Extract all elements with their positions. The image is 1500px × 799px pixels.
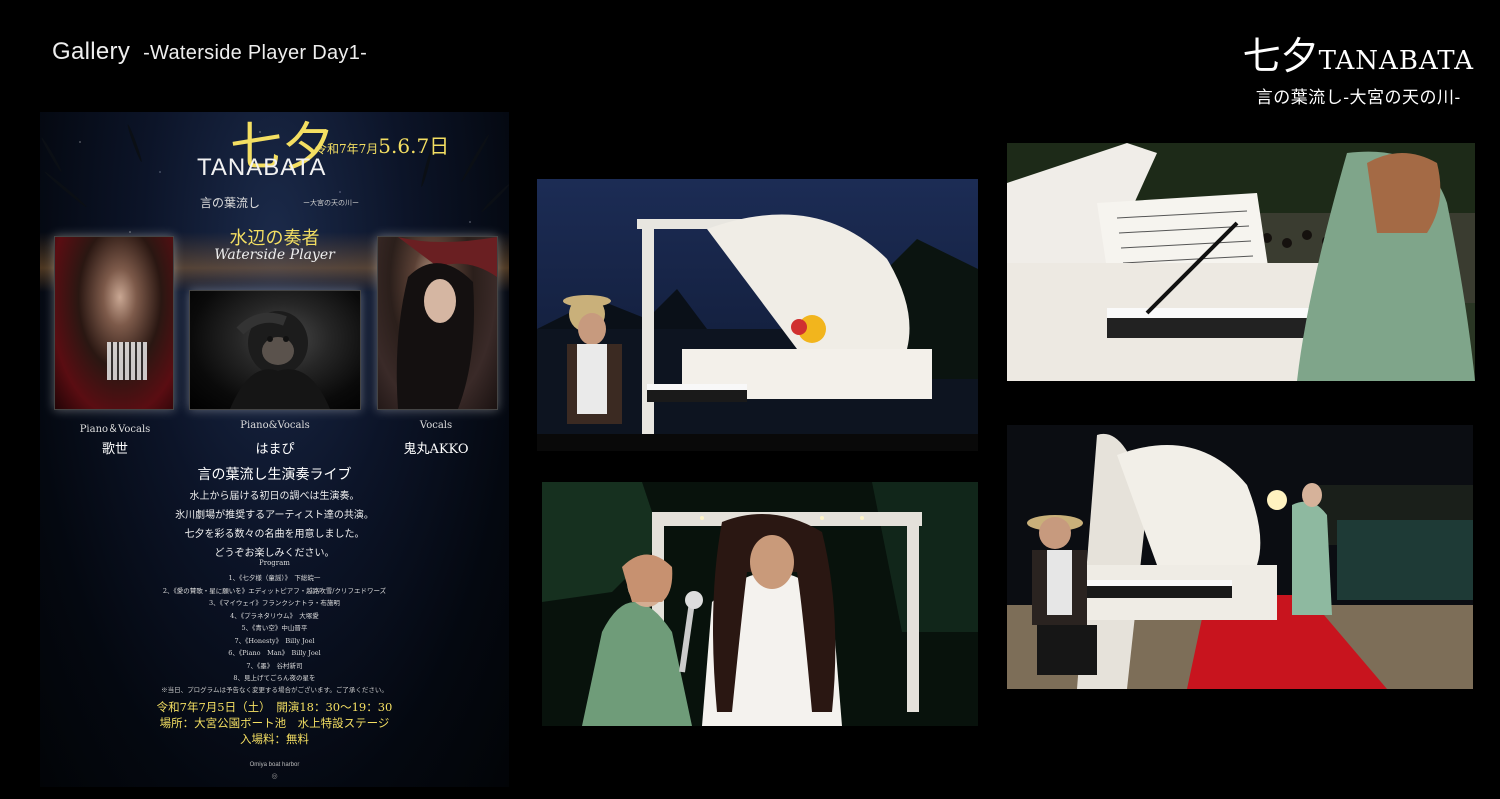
gallery-label: Gallery [52,38,131,65]
program-item: 7、《墨》 谷村新司 [246,661,303,670]
program-item: 8、見上げてごらん夜の星を [233,674,316,682]
logo-kanji: 七夕 [1242,34,1319,78]
program-item: 5、《青い空》中山晋平 [241,624,308,632]
performer-role-3: Vocals [419,420,453,431]
event-datetime: 令和7年7月5日（土） 開演18：30〜19：30 [156,700,393,714]
photo-pianist-audience[interactable] [1007,143,1475,381]
performer-name-2: はまぴ [255,442,295,457]
logo-latin: TANABATA [1318,46,1474,76]
poster-description: 水上から届ける初日の調べは生演奏。 氷川劇場が推奨するアーティスト達の共演。 七… [175,491,374,559]
photo-pianist-night[interactable] [537,179,978,451]
program-item: 2、《愛の賛歌・星に願いを》エディットピアフ・越路吹雪/クリフエドワーズ [162,586,387,595]
program-item: 4、《プラネタリウム》 大塚愛 [230,611,319,620]
logo-tagline: 言の葉流し-大宮の天の川- [1255,88,1461,108]
event-info: 令和7年7月5日（土） 開演18：30〜19：30 場所：大宮公園ボート池 水上… [40,699,509,747]
event-venue: 場所：大宮公園ボート池 水上特設ステージ [159,716,390,730]
program-item: 6、《Piano Man》 Billy Joel [228,649,321,657]
poster-tanabata: TANABATA [197,154,327,181]
poster-date: 令和7年7月5.6.7日 [315,134,450,158]
program-list: 1、《七夕様（童謡）》 下総皖一 2、《愛の賛歌・星に願いを》エディットピアフ・… [40,572,509,685]
performer-name-3: 鬼丸AKKO [403,442,469,457]
photo-duet-singers[interactable] [542,482,978,726]
event-admission: 入場料：無料 [240,732,309,746]
gallery-title: Gallery -Waterside Player Day1- [52,38,367,66]
performer-photo-hamapi [189,290,361,410]
program-item: 3、《マイウェイ》フランクシナトラ・布施明 [209,599,340,607]
program-item: 1、《七夕様（童謡）》 下総皖一 [228,574,321,582]
program-heading: Program [259,559,290,567]
harbor-logo-icon: ◎ [271,772,278,780]
tanabata-logo: 七夕TANABATA 言の葉流し-大宮の天の川- [1243,36,1474,108]
harbor-logo-text: Omiya boat harbor [249,762,300,768]
photo-stage-performance[interactable] [1007,425,1473,689]
performer-role-2: Piano&Vocals [240,420,310,431]
program-note: ※当日、プログラムは予告なく変更する場合がございます。ご了承ください。 [161,686,388,694]
poster-live-title: 言の葉流し生演奏ライブ [197,467,352,483]
event-poster[interactable]: 七夕 令和7年7月5.6.7日 TANABATA 言の葉流し ー大宮の天の川ー … [40,112,509,787]
poster-kotoba: 言の葉流し [200,196,261,210]
performer-name-1: 歌世 [101,442,128,457]
performer-role-1: Piano＆Vocals [79,424,151,435]
program-item: 7、《Honesty》 Billy Joel [234,636,315,645]
performer-photo-utayo [54,236,174,410]
gallery-subtitle: -Waterside Player Day1- [143,42,368,64]
performer-photo-akko [377,236,498,410]
poster-river-sub: ー大宮の天の川ー [303,199,359,207]
